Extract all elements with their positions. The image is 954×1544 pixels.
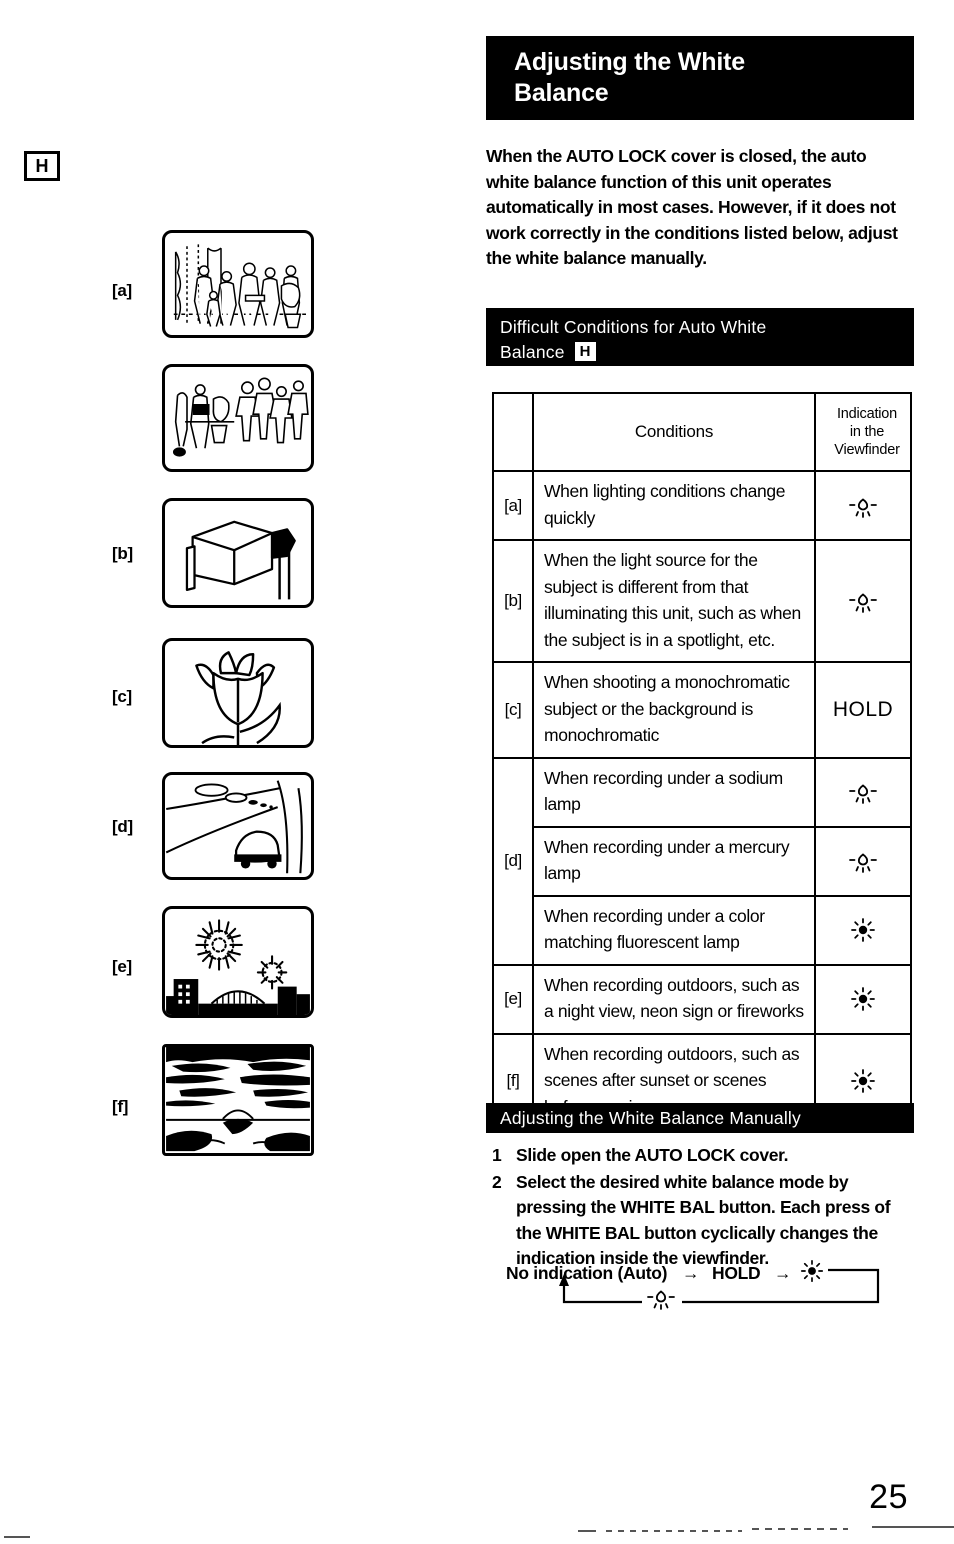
page-title-line2: Balance <box>514 79 609 107</box>
table-row: When recording under a color matching fl… <box>493 894 912 966</box>
intro-paragraph: When the AUTO LOCK cover is closed, the … <box>486 146 898 268</box>
row-key-c: [c] <box>492 661 534 759</box>
row-key-d: [d] <box>492 756 534 966</box>
figure-label-b: [b] <box>112 544 133 563</box>
bulb-icon <box>849 497 877 518</box>
figure-road-sodium-lamp-scene <box>162 772 314 880</box>
figure-label-e: [e] <box>112 957 132 976</box>
table-row: [a] When lighting conditions change quic… <box>492 470 912 541</box>
step-number-2: 2 <box>492 1171 502 1192</box>
figure-label-c: [c] <box>112 687 132 706</box>
manual-adjust-header: Adjusting the White Balance Manually <box>486 1103 914 1133</box>
cycle-arrow-head <box>559 1274 569 1286</box>
figure-fireworks-city-scene <box>162 906 314 1018</box>
row-condition-a: When lighting conditions change quickly <box>532 470 816 541</box>
table-row: When recording under a mercury lamp <box>493 825 912 897</box>
table-header-indication-line1: Indication <box>836 406 898 422</box>
figure-label-a: [a] <box>112 281 132 300</box>
figure-label-d: [d] <box>112 817 133 836</box>
figure-label-f: [f] <box>112 1097 129 1116</box>
page-number: 25 <box>869 1478 908 1516</box>
list-item: 1 Slide open the AUTO LOCK cover. <box>492 1143 912 1169</box>
sun-icon <box>851 1069 875 1094</box>
row-indication-c: HOLD <box>814 661 912 759</box>
manual-steps-list: 1 Slide open the AUTO LOCK cover. 2 Sele… <box>492 1143 912 1273</box>
row-indication-b <box>814 539 912 663</box>
reference-badge-h-inline: H <box>574 342 596 361</box>
white-balance-cycle-diagram: No indication (Auto) → HOLD → <box>506 1259 906 1332</box>
illustration-column: H [a] [b] [c] [d] [e] [f] <box>0 0 470 1544</box>
row-indication-d2 <box>814 825 912 897</box>
table-header-indication-line3: Viewfinder <box>834 442 900 458</box>
table-header-indication-line2: in the <box>849 424 885 440</box>
figure-tulip-flower-scene <box>162 638 314 748</box>
row-condition-d2: When recording under a mercury lamp <box>532 825 816 897</box>
row-key-b: [b] <box>492 539 534 663</box>
scan-artifact <box>4 1536 30 1538</box>
manual-page: H [a] [b] [c] [d] [e] [f] Adjusting the … <box>0 0 954 1544</box>
table-header-indication: Indication in the Viewfinder <box>814 392 912 472</box>
sun-icon <box>851 987 875 1011</box>
bulb-icon <box>849 853 877 873</box>
figure-sunset-sea-scene <box>162 1044 314 1156</box>
bulb-icon <box>849 784 877 804</box>
difficult-conditions-header-line1: Difficult Conditions for Auto White <box>500 317 767 337</box>
row-condition-e: When recording outdoors, such as a night… <box>532 963 816 1035</box>
row-key-e: [e] <box>492 963 534 1035</box>
difficult-conditions-header-line2: Balance <box>500 342 565 362</box>
bulb-icon <box>849 593 877 613</box>
cycle-loop-arrow <box>559 1268 880 1304</box>
page-title-line1: Adjusting the White <box>514 48 745 76</box>
row-indication-e <box>814 963 912 1035</box>
list-item: 2 Select the desired white balance mode … <box>492 1170 912 1272</box>
figure-crowd-indoor-scene <box>162 230 314 338</box>
figure-spotlight-scene <box>162 498 314 608</box>
step-text-2: Select the desired white balance mode by… <box>516 1171 891 1269</box>
table-header-key <box>492 392 534 472</box>
row-indication-a <box>814 470 912 541</box>
row-condition-c: When shooting a monochromatic subject or… <box>532 661 816 759</box>
row-key-a: [a] <box>492 470 534 541</box>
difficult-conditions-table: Conditions Indication in the Viewfinder … <box>492 392 912 1130</box>
figure-crowd-outdoor-scene <box>162 364 314 472</box>
table-header-conditions: Conditions <box>532 392 816 472</box>
scan-artifact <box>752 1528 848 1530</box>
row-indication-d3 <box>814 894 912 966</box>
scan-artifact <box>606 1530 742 1532</box>
sun-icon <box>851 918 875 942</box>
page-title: Adjusting the White Balance <box>486 36 914 120</box>
table-row: [e] When recording outdoors, such as a n… <box>492 963 912 1035</box>
row-condition-d1: When recording under a sodium lamp <box>532 756 816 828</box>
difficult-conditions-header: Difficult Conditions for Auto White Bala… <box>486 308 914 366</box>
table-row: [d] When recording under a sodium lamp <box>492 756 912 966</box>
scan-artifact <box>872 1526 954 1528</box>
step-text-1: Slide open the AUTO LOCK cover. <box>516 1145 789 1165</box>
table-header-row: Conditions Indication in the Viewfinder <box>492 392 912 472</box>
table-row: [b] When the light source for the subjec… <box>492 539 912 663</box>
row-condition-b: When the light source for the subject is… <box>532 539 816 663</box>
scan-artifact <box>578 1530 596 1532</box>
table-row: [c] When shooting a monochromatic subjec… <box>492 661 912 759</box>
row-indication-d1 <box>814 756 912 828</box>
row-condition-d3: When recording under a color matching fl… <box>532 894 816 966</box>
reference-badge-h: H <box>24 151 60 181</box>
step-number-1: 1 <box>492 1145 502 1165</box>
